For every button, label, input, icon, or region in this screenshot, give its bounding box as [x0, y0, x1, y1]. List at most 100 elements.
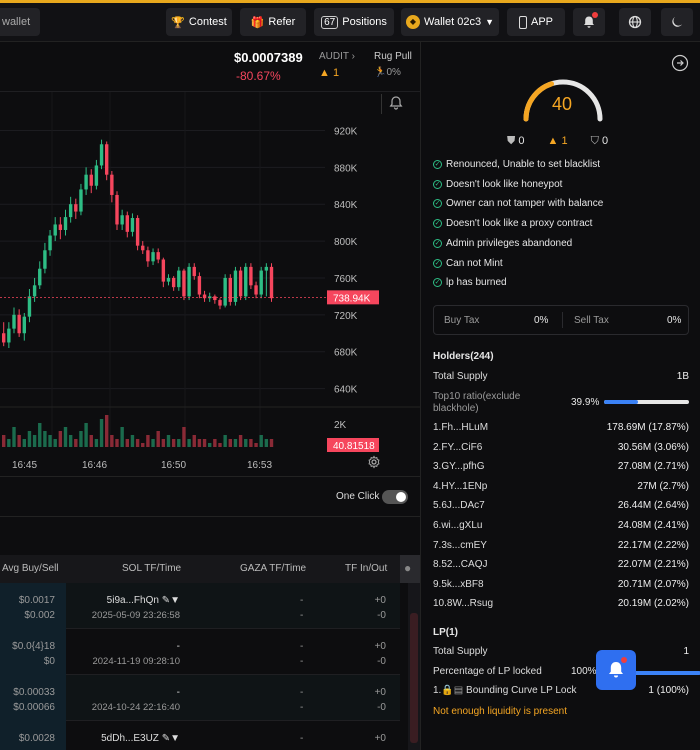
- app-button[interactable]: APP: [507, 8, 565, 36]
- sol-address: 5dDh...E3UZ: [101, 733, 159, 744]
- chart-settings-button[interactable]: [367, 455, 381, 472]
- holder-amount: 27M (2.7%): [637, 480, 689, 492]
- candle-body: [177, 270, 181, 288]
- floating-alert-button[interactable]: [596, 650, 636, 690]
- candle-body: [7, 328, 11, 343]
- buy-tax-label: Buy Tax: [444, 315, 480, 326]
- gaza-tf: -: [300, 733, 304, 744]
- check-circle-icon: ✓: [433, 238, 442, 248]
- header-user-filter[interactable]: ●: [400, 555, 420, 583]
- holder-row[interactable]: 3.GY...pfhG 27.08M (2.71%): [433, 461, 689, 477]
- notification-dot: [621, 657, 627, 663]
- price-alert-button[interactable]: [388, 95, 404, 114]
- holder-row[interactable]: 4.HY...1ENp 27M (2.7%): [433, 481, 689, 497]
- volume-bar: [63, 427, 68, 447]
- price-chart[interactable]: 920K 880K 840K 800K 760K 720K 680K 640K 738.94K 2…: [0, 92, 420, 477]
- sol-tf-time: 2024-10-24 22:16:40: [91, 702, 180, 713]
- volume-bar: [68, 435, 73, 447]
- lp-total-supply-value: 1: [683, 646, 689, 657]
- candle-body: [146, 250, 150, 262]
- gaza-time: -: [300, 702, 304, 713]
- audit-check-label: Admin privileges abandoned: [446, 237, 573, 249]
- volume-bar: [130, 435, 135, 447]
- audit-check-item: ✓ Doesn't look like a proxy contract: [433, 218, 592, 229]
- x-tick-label: 16:45: [12, 460, 37, 471]
- sol-tf-address: -: [177, 641, 180, 652]
- candle-body: [48, 235, 52, 251]
- y-tick-label: 760K: [334, 274, 358, 285]
- app-label: APP: [530, 16, 553, 28]
- holder-row[interactable]: 1.Fh...HLuM 178.69M (17.87%): [433, 422, 689, 438]
- audit-check-label: Doesn't look like honeypot: [446, 178, 563, 190]
- lp-item-name-wrap: 1.🔒▤ Bounding Curve LP Lock: [433, 685, 577, 696]
- sell-tax-label: Sell Tax: [574, 315, 609, 326]
- holder-row[interactable]: 8.52...CAQJ 22.07M (2.21%): [433, 559, 689, 575]
- audit-check-label: Doesn't look like a proxy contract: [446, 218, 593, 230]
- wallet-tab-partial[interactable]: wallet: [0, 8, 40, 36]
- candle-body: [192, 266, 196, 277]
- holder-row[interactable]: 6.wi...gXLu 24.08M (2.41%): [433, 520, 689, 536]
- filter-icon[interactable]: ▼: [170, 733, 180, 744]
- candle-body: [244, 266, 248, 297]
- trade-row[interactable]: $0.00033 $0.00066 - 2024-10-24 22:16:40 - - +0…: [0, 675, 400, 721]
- header-avg-buy-sell: Avg Buy/Sell: [2, 563, 59, 574]
- volume-bar: [110, 435, 114, 447]
- external-link-button[interactable]: [671, 54, 689, 75]
- volume-bar: [58, 431, 63, 447]
- sol-tf-time: 2024-11-19 09:28:10: [92, 656, 180, 667]
- candle-body: [223, 277, 227, 306]
- audit-link[interactable]: AUDIT ›: [319, 51, 355, 62]
- sol-tf-address: -: [177, 687, 180, 698]
- language-button[interactable]: [619, 8, 651, 36]
- holder-row[interactable]: 10.8W...Rsug 20.19M (2.02%): [433, 598, 689, 614]
- one-click-toggle[interactable]: [382, 490, 408, 504]
- check-circle-icon: ✓: [433, 278, 442, 288]
- trade-row[interactable]: $0.0017 $0.002 5i9a...FhQn ✎▼ 2025-05-09 23…: [0, 583, 400, 629]
- notifications-button[interactable]: [573, 8, 605, 36]
- lock-icon: 🔒: [441, 685, 454, 696]
- volume-bar: [89, 435, 93, 447]
- volume-bar: [208, 443, 212, 447]
- table-scrollbar[interactable]: [408, 583, 420, 750]
- x-tick-label: 16:53: [247, 460, 272, 471]
- positions-button[interactable]: 67 Positions: [314, 8, 394, 36]
- candle-body: [12, 314, 16, 329]
- y-tick-label: 800K: [334, 237, 358, 248]
- holder-row[interactable]: 2.FY...CiF6 30.56M (3.06%): [433, 442, 689, 458]
- avg-sell: $0: [43, 656, 55, 667]
- holder-row[interactable]: 7.3s...cmEY 22.17M (2.22%): [433, 540, 689, 556]
- holders-title: Holders(244): [433, 351, 494, 362]
- trade-row[interactable]: $0.0{4}18 $0 - 2024-11-19 09:28:10 - - +0 -0: [0, 629, 400, 675]
- candle-body: [120, 215, 124, 225]
- lp-item-row: 1.🔒▤ Bounding Curve LP Lock 1 (100%): [433, 685, 689, 701]
- gaza-tf: -: [300, 641, 304, 652]
- holder-address: 7.3s...cmEY: [433, 539, 487, 551]
- wallet-selector[interactable]: ◆ Wallet 02c3 ▼: [401, 8, 499, 36]
- theme-toggle-button[interactable]: [661, 8, 693, 36]
- candle-body: [259, 270, 263, 295]
- candle-body: [254, 285, 258, 295]
- scrollbar-thumb[interactable]: [410, 613, 418, 743]
- contest-button[interactable]: 🏆 Contest: [166, 8, 232, 36]
- candle-body: [99, 144, 104, 166]
- sol-tf-address: 5i9a...FhQn ✎▼: [107, 595, 180, 606]
- edit-icon[interactable]: ✎: [162, 733, 170, 744]
- holder-amount: 24.08M (2.41%): [617, 520, 689, 531]
- edit-icon[interactable]: ✎: [162, 595, 170, 606]
- volume-bar: [79, 431, 83, 447]
- holder-amount: 27.08M (2.71%): [617, 461, 689, 473]
- holder-address: 1.Fh...HLuM: [433, 422, 489, 433]
- filter-icon[interactable]: ▼: [170, 595, 180, 606]
- holder-row[interactable]: 5.6J...DAc7 26.44M (2.64%): [433, 500, 689, 516]
- candle-body: [269, 266, 274, 299]
- gift-icon: 🎁: [250, 16, 265, 29]
- candle-body: [105, 144, 109, 175]
- candle-body: [130, 218, 135, 232]
- refer-button[interactable]: 🎁 Refer: [240, 8, 306, 36]
- check-circle-icon: ✓: [433, 258, 442, 268]
- trade-row[interactable]: $0.0028 5dDh...E3UZ ✎▼ - +0: [0, 721, 400, 750]
- volume-bar: [197, 439, 202, 447]
- holder-row[interactable]: 9.5k...xBF8 20.71M (2.07%): [433, 579, 689, 595]
- volume-bar: [141, 443, 145, 447]
- avg-cell-bg: [0, 629, 66, 675]
